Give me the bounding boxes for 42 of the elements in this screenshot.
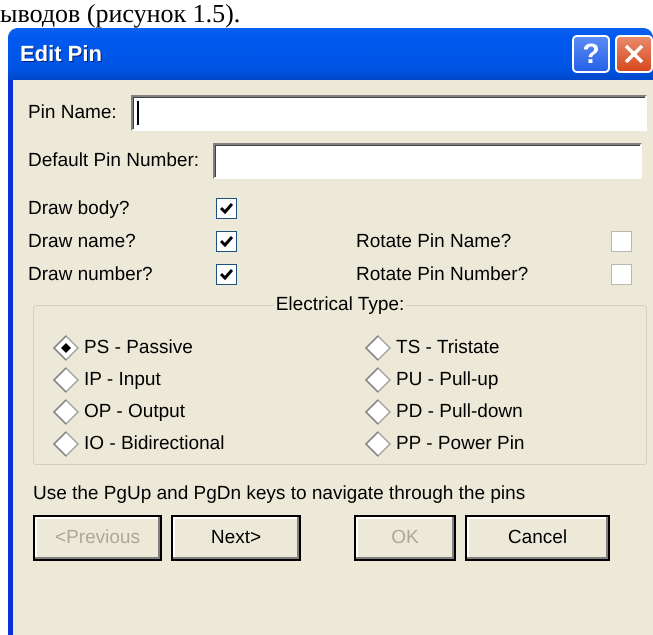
hint-text: Use the PgUp and PgDn keys to navigate through the pins xyxy=(33,483,526,505)
checkbox-label: Rotate Pin Name? xyxy=(356,230,512,252)
dialog-button[interactable]: Next> xyxy=(171,515,301,561)
radio-label: PU - Pull-up xyxy=(396,368,498,390)
checkmark-icon xyxy=(220,268,233,281)
field-label: Default Pin Number: xyxy=(28,150,200,172)
checkmark-icon xyxy=(220,235,233,248)
radio-label: PD - Pull-down xyxy=(396,400,523,422)
checkbox-label: Rotate Pin Number? xyxy=(356,264,530,286)
radio-button[interactable] xyxy=(364,366,392,394)
input-field[interactable] xyxy=(213,143,642,179)
radio-label: PP - Power Pin xyxy=(396,432,524,454)
radio-label: TS - Tristate xyxy=(396,336,500,358)
help-button[interactable]: ? xyxy=(572,35,610,73)
close-button[interactable] xyxy=(615,35,653,73)
radio-button[interactable] xyxy=(52,334,80,362)
checkbox-label: Draw number? xyxy=(28,264,154,286)
radio-label: OP - Output xyxy=(84,400,186,422)
checkmark-icon xyxy=(220,202,233,215)
radio-label: IO - Bidirectional xyxy=(84,432,224,454)
radio-button[interactable] xyxy=(52,430,80,458)
radio-label: PS - Passive xyxy=(84,336,193,358)
window-title: Edit Pin xyxy=(20,41,103,67)
radio-button[interactable] xyxy=(52,366,80,394)
radio-button[interactable] xyxy=(364,398,392,426)
dialog-button[interactable]: Cancel xyxy=(465,515,610,561)
radio-button[interactable] xyxy=(364,430,392,458)
input-field[interactable] xyxy=(130,95,647,131)
radio-button[interactable] xyxy=(364,334,392,362)
group-legend: Electrical Type: xyxy=(274,294,406,316)
close-icon xyxy=(623,43,645,65)
checkbox[interactable] xyxy=(216,231,237,252)
checkbox[interactable] xyxy=(216,264,237,285)
radio-button[interactable] xyxy=(52,398,80,426)
checkbox[interactable] xyxy=(216,198,237,219)
field-label: Pin Name: xyxy=(28,102,117,124)
checkbox[interactable] xyxy=(611,264,632,285)
checkbox-label: Draw body? xyxy=(28,198,130,220)
checkbox-label: Draw name? xyxy=(28,230,137,252)
radio-label: IP - Input xyxy=(84,368,161,390)
caption-text: ыводов (рисунок 1.5). xyxy=(0,0,240,28)
checkbox[interactable] xyxy=(611,231,632,252)
